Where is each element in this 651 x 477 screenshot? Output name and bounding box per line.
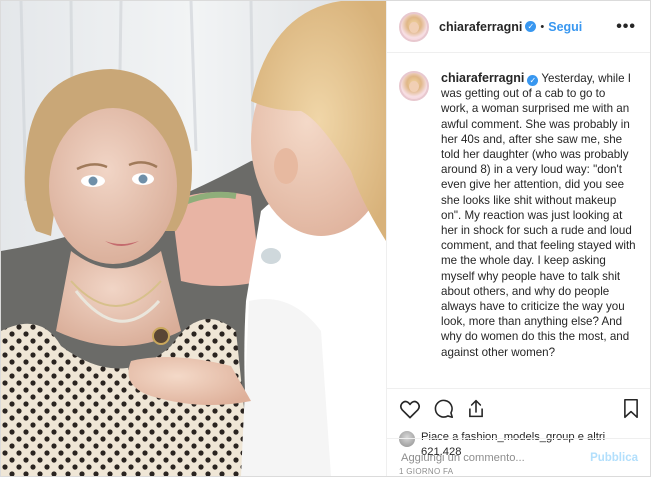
instagram-post: chiaraferragni ✓ • Segui ••• chiaraferra… [0, 0, 651, 477]
bookmark-icon[interactable] [622, 398, 640, 419]
photo-mother-and-child [1, 1, 386, 476]
verified-badge-icon: ✓ [527, 75, 539, 87]
post-photo[interactable] [1, 1, 386, 476]
author-username[interactable]: chiaraferragni [439, 20, 522, 34]
comment-icon[interactable] [433, 398, 454, 419]
caption-text: Yesterday, while I was getting out of a … [441, 72, 636, 359]
action-bar [387, 388, 650, 428]
follow-button[interactable]: Segui [548, 20, 582, 34]
post-side-panel: chiaraferragni ✓ • Segui ••• chiaraferra… [386, 1, 650, 476]
publish-button[interactable]: Pubblica [590, 452, 638, 464]
caption-username[interactable]: chiaraferragni [441, 71, 524, 85]
comment-bar: Pubblica [387, 438, 650, 476]
more-options-icon[interactable]: ••• [616, 18, 636, 36]
post-header: chiaraferragni ✓ • Segui ••• [387, 1, 650, 53]
share-icon[interactable] [466, 398, 486, 419]
separator-dot: • [540, 20, 545, 33]
caption-author-avatar[interactable] [399, 71, 429, 101]
post-caption: chiaraferragni ✓ Yesterday, while I was g… [441, 71, 636, 388]
verified-badge-icon: ✓ [525, 21, 537, 32]
heart-icon[interactable] [399, 399, 421, 419]
comment-input[interactable] [399, 450, 583, 465]
caption-section: chiaraferragni ✓ Yesterday, while I was g… [387, 53, 650, 388]
author-avatar[interactable] [399, 11, 429, 42]
